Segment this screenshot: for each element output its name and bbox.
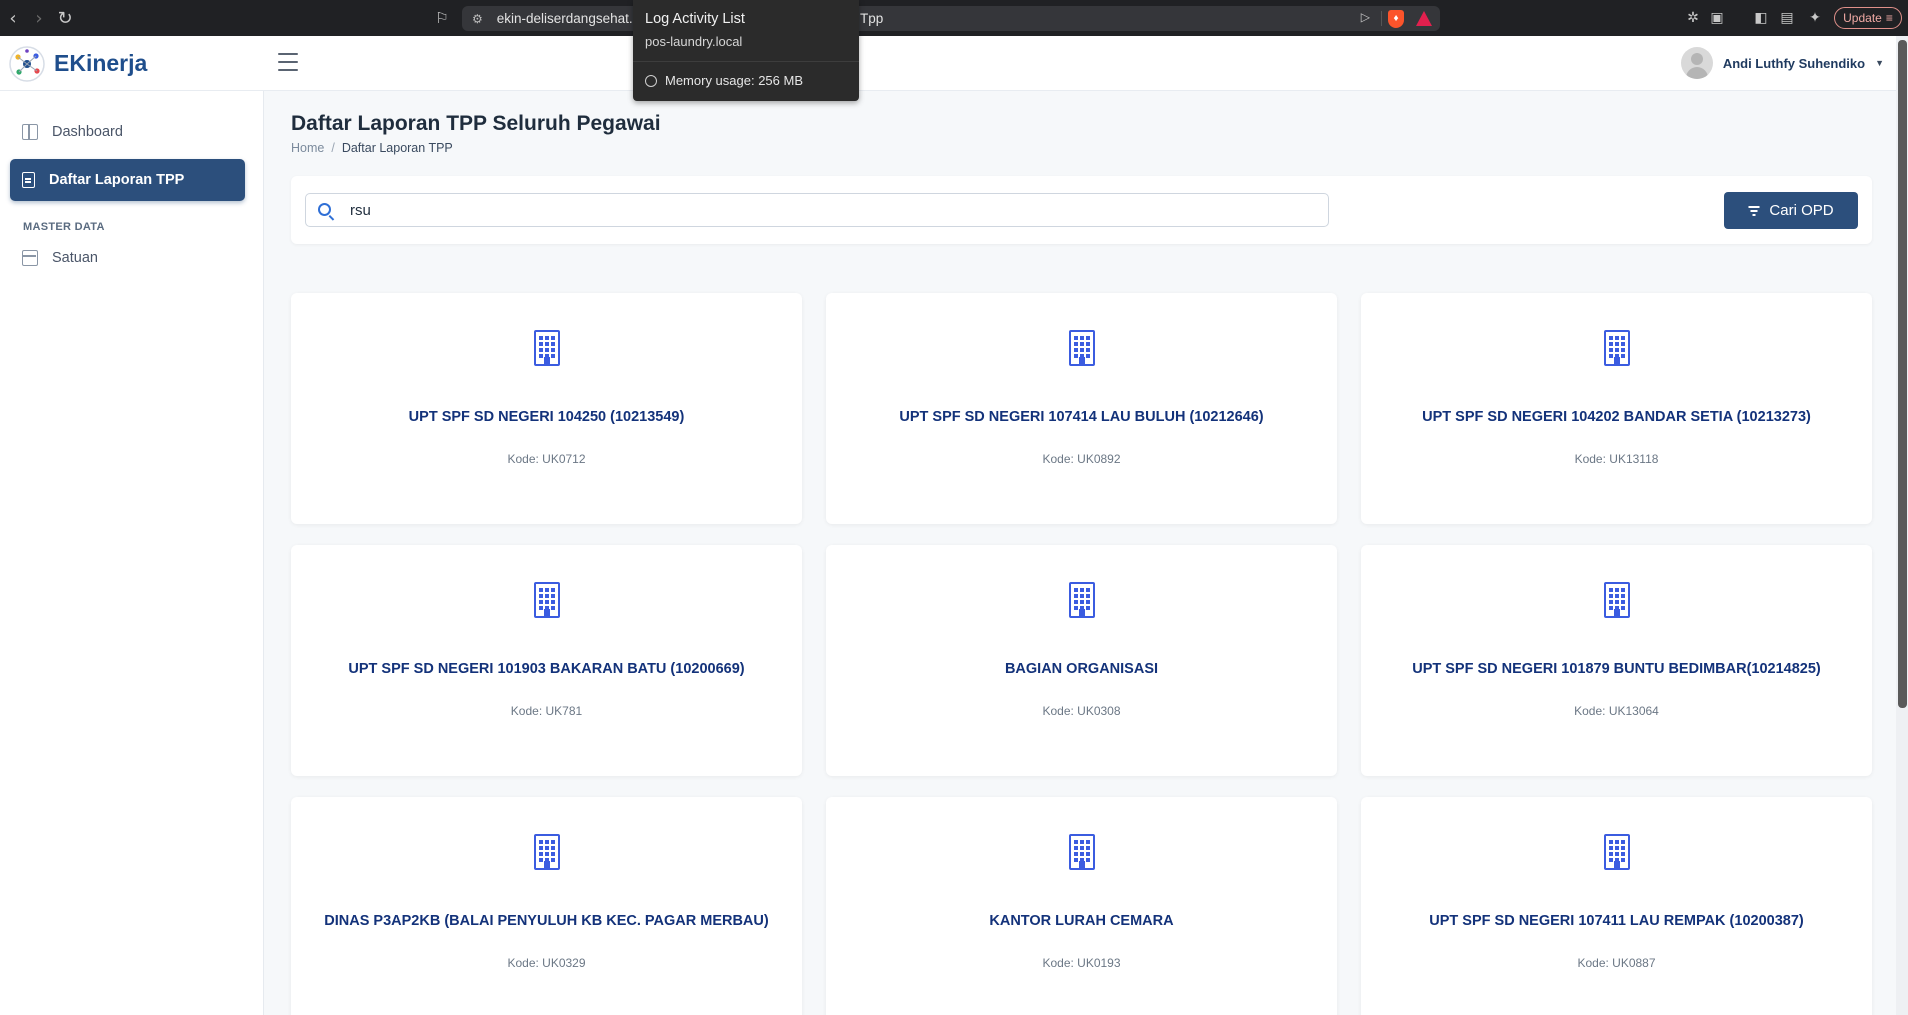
tab-hover-tooltip: Log Activity List pos-laundry.local Memo…	[633, 0, 859, 101]
search-panel: Cari OPD	[291, 176, 1872, 244]
breadcrumb-home[interactable]: Home	[291, 141, 324, 155]
app-header: EKinerja Andi Luthfy Suhendiko ▼	[0, 36, 1896, 91]
opd-code: Kode: UK0193	[1042, 956, 1121, 970]
box-icon	[22, 250, 38, 266]
address-bar[interactable]: ⚙ ekin-deliserdangsehat.d Tpp ▷ ♦	[462, 6, 1440, 31]
tooltip-title: Log Activity List	[645, 11, 745, 27]
opd-card-grid: UPT SPF SD NEGERI 104250 (10213549) Kode:…	[291, 293, 1872, 1015]
tooltip-memory: Memory usage: 256 MB	[645, 73, 803, 88]
sidebar-item-label: Dashboard	[52, 124, 123, 140]
opd-code: Kode: UK781	[510, 704, 583, 718]
url-text: ekin-deliserdangsehat.d	[496, 11, 641, 26]
cari-opd-button[interactable]: Cari OPD	[1724, 192, 1858, 229]
media-icon[interactable]: ▷	[1361, 10, 1370, 24]
brand-name[interactable]: EKinerja	[54, 50, 147, 77]
site-info-icon[interactable]: ⚙	[472, 12, 483, 26]
opd-name: UPT SPF SD NEGERI 104250 (10213549)	[408, 409, 685, 425]
sidebar-item-satuan[interactable]: Satuan	[10, 237, 245, 279]
back-icon[interactable]: ‹	[0, 0, 26, 36]
opd-card[interactable]: UPT SPF SD NEGERI 107414 LAU BULUH (1021…	[826, 293, 1337, 524]
opd-code: Kode: UK0712	[507, 452, 586, 466]
opd-code: Kode: UK0329	[507, 956, 586, 970]
breadcrumb-current: Daftar Laporan TPP	[341, 141, 453, 155]
opd-card[interactable]: DINAS P3AP2KB (BALAI PENYULUH KB KEC. PA…	[291, 797, 802, 1015]
sidebar-section-label: MASTER DATA	[23, 221, 105, 233]
building-icon	[1068, 330, 1095, 366]
search-icon	[318, 203, 331, 216]
divider	[633, 61, 859, 62]
screenshot-icon[interactable]: ▣	[1708, 9, 1726, 27]
search-input[interactable]	[350, 194, 1310, 226]
sidebar: Dashboard Daftar Laporan TPP MASTER DATA…	[0, 91, 264, 1015]
memory-text: Memory usage: 256 MB	[665, 73, 804, 88]
opd-card[interactable]: UPT SPF SD NEGERI 104250 (10213549) Kode:…	[291, 293, 802, 524]
opd-name: UPT SPF SD NEGERI 107414 LAU BULUH (1021…	[899, 409, 1264, 425]
avatar	[1680, 47, 1713, 79]
search-field[interactable]	[305, 193, 1329, 227]
document-icon	[22, 172, 35, 188]
building-icon	[533, 834, 560, 870]
building-icon	[1068, 582, 1095, 618]
filter-icon	[1748, 206, 1760, 216]
sidebar-toggle-icon[interactable]: ◧	[1752, 9, 1770, 27]
building-icon	[1603, 330, 1630, 366]
bookmark-icon[interactable]: ⚐	[432, 8, 452, 28]
scrollbar-thumb[interactable]	[1898, 40, 1907, 708]
building-icon	[1068, 834, 1095, 870]
extensions-icon[interactable]: ✲	[1684, 9, 1702, 27]
building-icon	[1603, 582, 1630, 618]
sidebar-item-dashboard[interactable]: Dashboard	[10, 111, 245, 153]
building-icon	[533, 330, 560, 366]
dashboard-icon	[22, 124, 38, 140]
opd-name: DINAS P3AP2KB (BALAI PENYULUH KB KEC. PA…	[324, 913, 769, 929]
user-name: Andi Luthfy Suhendiko	[1722, 55, 1866, 71]
building-icon	[1603, 834, 1630, 870]
user-menu[interactable]: Andi Luthfy Suhendiko ▼	[1680, 45, 1884, 81]
opd-code: Kode: UK0887	[1577, 956, 1656, 970]
hamburger-menu-icon[interactable]	[278, 53, 298, 71]
cari-opd-label: Cari OPD	[1769, 202, 1834, 219]
page-scrollbar[interactable]	[1896, 36, 1908, 1015]
url-text-end: Tpp	[860, 11, 884, 26]
building-icon	[533, 582, 560, 618]
update-button[interactable]: Update ≡	[1834, 7, 1902, 29]
opd-card[interactable]: UPT SPF SD NEGERI 101879 BUNTU BEDIMBAR(…	[1361, 545, 1872, 776]
opd-name: UPT SPF SD NEGERI 107411 LAU REMPAK (102…	[1429, 913, 1804, 929]
opd-card[interactable]: BAGIAN ORGANISASI Kode: UK0308	[826, 545, 1337, 776]
opd-code: Kode: UK13118	[1574, 452, 1659, 466]
opd-code: Kode: UK0308	[1042, 704, 1121, 718]
opd-name: UPT SPF SD NEGERI 101879 BUNTU BEDIMBAR(…	[1412, 661, 1821, 677]
browser-toolbar: ‹ › ↻ ⚐ ⚙ ekin-deliserdangsehat.d Tpp ▷ …	[0, 0, 1908, 36]
opd-name: BAGIAN ORGANISASI	[1004, 661, 1159, 677]
sidebar-item-daftar-laporan-tpp[interactable]: Daftar Laporan TPP	[10, 159, 245, 201]
brave-shield-icon[interactable]: ♦	[1388, 10, 1404, 28]
opd-name: KANTOR LURAH CEMARA	[989, 913, 1174, 929]
reload-icon[interactable]: ↻	[52, 0, 78, 36]
ekinerja-logo-icon	[9, 46, 45, 82]
menu-icon: ≡	[1885, 11, 1893, 25]
update-label: Update	[1843, 11, 1882, 25]
opd-card[interactable]: KANTOR LURAH CEMARA Kode: UK0193	[826, 797, 1337, 1015]
sidebar-item-label: Daftar Laporan TPP	[49, 172, 185, 188]
tooltip-host: pos-laundry.local	[645, 34, 743, 49]
breadcrumb: Home / Daftar Laporan TPP	[291, 141, 453, 155]
sidebar-item-label: Satuan	[52, 250, 98, 266]
chevron-down-icon: ▼	[1875, 58, 1884, 68]
opd-name: UPT SPF SD NEGERI 104202 BANDAR SETIA (1…	[1422, 409, 1811, 425]
wallet-icon[interactable]: ▤	[1778, 9, 1796, 27]
opd-code: Kode: UK13064	[1574, 704, 1659, 718]
opd-code: Kode: UK0892	[1042, 452, 1121, 466]
opd-card[interactable]: UPT SPF SD NEGERI 104202 BANDAR SETIA (1…	[1361, 293, 1872, 524]
forward-icon[interactable]: ›	[26, 0, 52, 36]
opd-card[interactable]: UPT SPF SD NEGERI 101903 BAKARAN BATU (1…	[291, 545, 802, 776]
opd-name: UPT SPF SD NEGERI 101903 BAKARAN BATU (1…	[348, 661, 745, 677]
opd-card[interactable]: UPT SPF SD NEGERI 107411 LAU REMPAK (102…	[1361, 797, 1872, 1015]
leo-ai-icon[interactable]: ✦	[1806, 9, 1824, 27]
brave-rewards-icon[interactable]	[1416, 11, 1432, 26]
page-title: Daftar Laporan TPP Seluruh Pegawai	[291, 112, 661, 135]
breadcrumb-separator: /	[331, 141, 335, 155]
memory-gauge-icon	[645, 74, 657, 87]
divider	[1381, 11, 1382, 26]
